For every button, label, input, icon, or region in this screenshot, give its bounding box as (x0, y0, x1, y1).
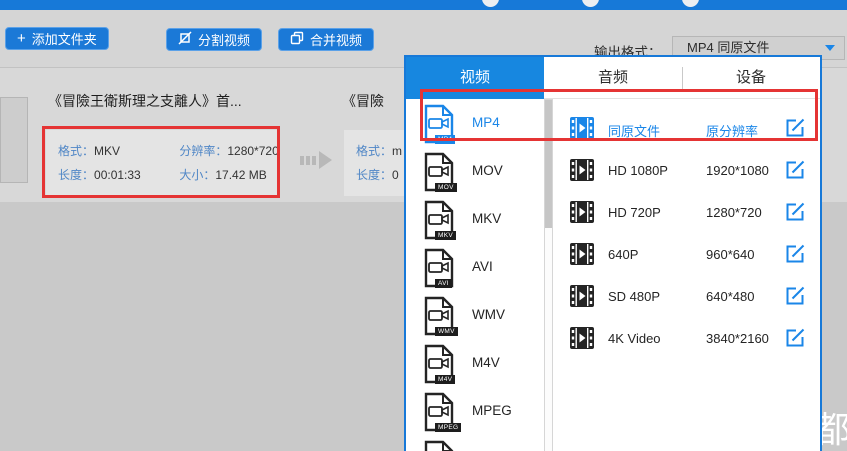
merge-video-button[interactable]: 合并视频 (278, 28, 375, 51)
option-name: HD 1080P (608, 163, 668, 178)
option-resolution: 1280*720 (706, 205, 762, 220)
option-name: 4K Video (608, 331, 661, 346)
format-item-mkv[interactable]: MKV MKV (406, 198, 542, 246)
video-file-icon: MOV (422, 152, 457, 192)
add-folder-button[interactable]: + 添加文件夹 (5, 27, 109, 50)
video-file-icon: MPEG (422, 392, 462, 432)
format-badge: M4V (435, 375, 456, 384)
format-badge: WMV (435, 327, 458, 336)
film-icon (570, 285, 594, 312)
option-name: SD 480P (608, 289, 661, 304)
duration-label: 长度： (356, 168, 393, 182)
film-icon (570, 243, 594, 270)
edit-icon[interactable] (784, 201, 806, 228)
format-name: AVI (472, 259, 493, 274)
edit-icon[interactable] (784, 159, 806, 186)
tray-icon[interactable] (682, 0, 699, 7)
format-name: MPEG (472, 403, 512, 418)
option-4k-video[interactable]: 4K Video 3840*2160 (556, 318, 820, 360)
merge-icon (290, 31, 304, 48)
option-resolution: 640*480 (706, 289, 755, 304)
format-name: WMV (472, 307, 505, 322)
duration-value: 0 (392, 168, 399, 182)
file-title: 《冒險 (342, 93, 384, 109)
format-item-wmv[interactable]: WMV WMV (406, 294, 542, 342)
chevron-down-icon (825, 45, 835, 51)
app-window: + 添加文件夹 分割视频 合并视频 输出格式： MP4 同原文件 《冒險王衛斯理… (0, 0, 847, 451)
option-sd-480p[interactable]: SD 480P 640*480 (556, 276, 820, 318)
film-icon (570, 327, 594, 354)
tab-divider (682, 67, 683, 90)
film-icon (570, 201, 594, 228)
format-list-scrollbar[interactable] (544, 99, 553, 451)
option-640p[interactable]: 640P 960*640 (556, 234, 820, 276)
option-name: HD 720P (608, 205, 661, 220)
format-badge: MKV (435, 231, 456, 240)
film-icon (570, 159, 594, 186)
edit-icon[interactable] (784, 285, 806, 312)
option-resolution: 1920*1080 (706, 163, 769, 178)
edit-icon[interactable] (784, 327, 806, 354)
format-name: MOV (472, 163, 503, 178)
video-file-icon (422, 440, 456, 451)
option-hd-1080p[interactable]: HD 1080P 1920*1080 (556, 150, 820, 192)
file-title: 《冒險王衛斯理之支離人》首... (48, 93, 242, 109)
format-name: M4V (472, 355, 500, 370)
format-item-m4v[interactable]: M4V M4V (406, 342, 542, 390)
format-label: 格式： (356, 144, 393, 158)
format-item-mov[interactable]: MOV MOV (406, 150, 542, 198)
video-file-icon: MKV (422, 200, 456, 240)
plus-icon: + (17, 29, 26, 47)
format-item-partial[interactable] (406, 438, 542, 451)
video-file-icon: AVI (422, 248, 456, 288)
highlight-rect-file-info (42, 126, 280, 198)
option-name: 640P (608, 247, 639, 262)
output-format-value: MP4 同原文件 (687, 40, 770, 55)
transfer-arrow-icon (300, 151, 332, 169)
merge-video-label: 合并视频 (310, 33, 363, 48)
title-strip (0, 0, 847, 10)
format-item-avi[interactable]: AVI AVI (406, 246, 542, 294)
split-icon (178, 31, 192, 48)
edit-icon[interactable] (784, 243, 806, 270)
option-resolution: 3840*2160 (706, 331, 769, 346)
format-badge: MPEG (435, 423, 462, 432)
highlight-rect-selected-format (420, 89, 818, 141)
tray-icon[interactable] (482, 0, 499, 7)
option-hd-720p[interactable]: HD 720P 1280*720 (556, 192, 820, 234)
format-badge: AVI (435, 279, 452, 288)
split-video-label: 分割视频 (198, 33, 251, 48)
option-resolution: 960*640 (706, 247, 755, 262)
tray-icon[interactable] (582, 0, 599, 7)
format-value: m (392, 144, 403, 158)
split-video-button[interactable]: 分割视频 (166, 28, 263, 51)
add-folder-label: 添加文件夹 (31, 32, 97, 47)
video-thumbnail[interactable] (0, 97, 28, 183)
video-file-icon: M4V (422, 344, 456, 384)
format-name: MKV (472, 211, 502, 226)
video-file-icon: WMV (422, 296, 458, 336)
format-item-mpeg[interactable]: MPEG MPEG (406, 390, 542, 438)
format-badge: MOV (435, 183, 457, 192)
